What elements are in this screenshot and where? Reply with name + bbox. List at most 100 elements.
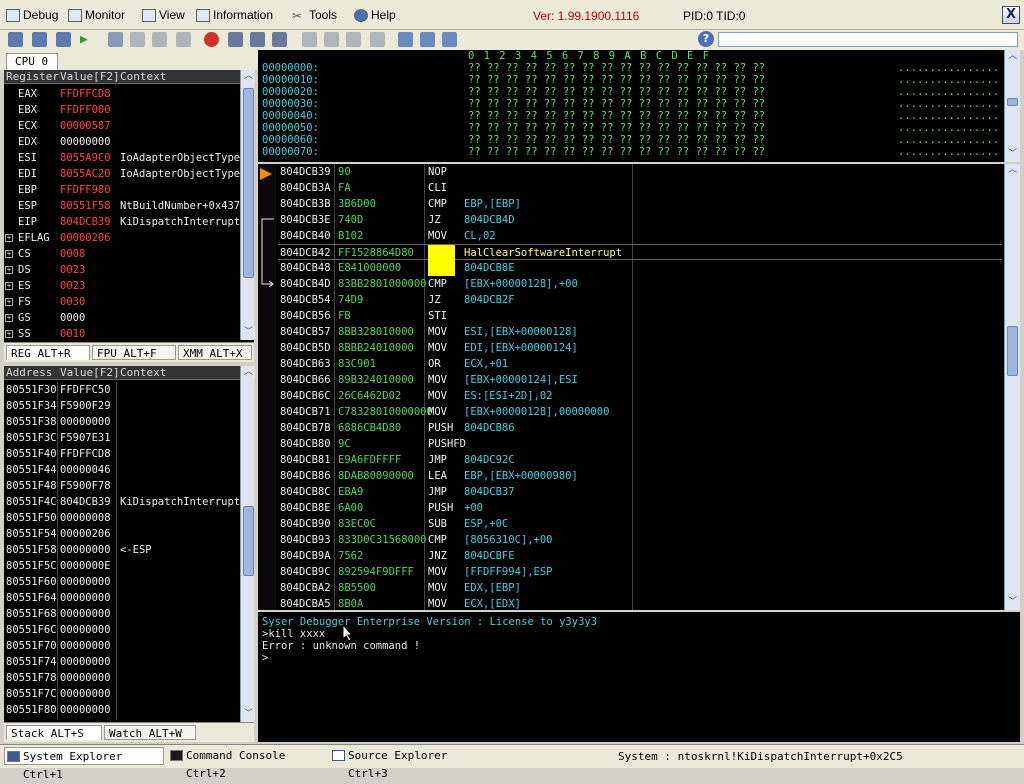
disasm-row[interactable]: 804DCB4D 83BB2801000000 CMP [EBX+00000128],… bbox=[278, 276, 1002, 292]
stack-scroll-down-icon[interactable]: ﹀ bbox=[242, 708, 255, 720]
register-row[interactable]: EBX FFDFF000 bbox=[4, 102, 240, 118]
cpu-icon[interactable] bbox=[228, 32, 243, 47]
disasm-row[interactable]: 804DCB3E 740D JZ 804DCB4D bbox=[278, 212, 1002, 228]
toggle-breakpoint-icon[interactable] bbox=[108, 32, 123, 47]
register-value[interactable]: 0030 bbox=[60, 294, 85, 310]
clear-icon[interactable] bbox=[176, 32, 191, 47]
disasm-row[interactable]: 804DCB9A 7562 JNZ 804DCBFE bbox=[278, 548, 1002, 564]
stack-row[interactable]: 80551F50 00000008 bbox=[4, 510, 240, 526]
memory-icon[interactable] bbox=[250, 32, 265, 47]
stack-row[interactable]: 80551F4C 804DCB39 KiDispatchInterrupt bbox=[4, 494, 240, 510]
register-value[interactable]: 80551F58 bbox=[60, 198, 111, 214]
disasm-row[interactable]: 804DCB40 B102 MOV CL,02 bbox=[278, 228, 1002, 244]
stack-row[interactable]: 80551F34 F5900F29 bbox=[4, 398, 240, 414]
memory-scrollbar[interactable]: ︿ ﹀ bbox=[1004, 50, 1020, 162]
memory-scroll-thumb[interactable] bbox=[1007, 98, 1018, 106]
stack-row[interactable]: 80551F60 00000000 bbox=[4, 574, 240, 590]
command-console[interactable]: Syser Debugger Enterprise Version : Lice… bbox=[258, 612, 1020, 742]
stack-row[interactable]: 80551F38 00000000 bbox=[4, 414, 240, 430]
expand-icon[interactable]: + bbox=[5, 314, 13, 322]
disasm-row[interactable]: 804DCB90 83EC0C SUB ESP,+0C bbox=[278, 516, 1002, 532]
disasm-row[interactable]: 804DCB6C 26C6462D02 MOV ES:[ESI+2D],02 bbox=[278, 388, 1002, 404]
disasm-scrollbar[interactable]: ︿ ﹀ bbox=[1004, 164, 1020, 610]
stack-row[interactable]: 80551F78 00000000 bbox=[4, 670, 240, 686]
expand-icon[interactable]: + bbox=[5, 330, 13, 338]
stack-row[interactable]: 80551F70 00000000 bbox=[4, 638, 240, 654]
disasm-row[interactable]: 804DCB48 E841000000 CALL 804DCB8E bbox=[278, 260, 1002, 276]
back-icon[interactable] bbox=[130, 32, 145, 47]
register-value[interactable]: FFDFFCD8 bbox=[60, 86, 111, 102]
stack-row[interactable]: 80551F30 FFDFFC50 bbox=[4, 382, 240, 398]
monitor-window-icon[interactable] bbox=[442, 32, 457, 47]
menu-help[interactable]: Help bbox=[354, 7, 396, 23]
disasm-row[interactable]: 804DCBA2 8B5500 MOV EDX,[EBP] bbox=[278, 580, 1002, 596]
menu-tools[interactable]: ✂ Tools bbox=[292, 7, 337, 23]
disasm-row[interactable]: 804DCB93 833D0C31568000 CMP [8056310C],+00 bbox=[278, 532, 1002, 548]
stack-row[interactable]: 80551F68 00000000 bbox=[4, 606, 240, 622]
disasm-scroll-thumb[interactable] bbox=[1007, 326, 1018, 376]
nav1-icon[interactable] bbox=[302, 32, 317, 47]
stack-row[interactable]: 80551F5C 0000000E bbox=[4, 558, 240, 574]
tab-system-explorer[interactable]: System Explorer Ctrl+1 bbox=[4, 747, 164, 781]
stack-row[interactable]: 80551F44 00000046 bbox=[4, 462, 240, 478]
disasm-scroll-up-icon[interactable]: ︿ bbox=[1006, 164, 1019, 176]
stack-scroll-up-icon[interactable]: ︿ bbox=[242, 366, 255, 378]
register-row[interactable]: ECX 00000587 bbox=[4, 118, 240, 134]
stack-row[interactable]: 80551F3C F5907E31 bbox=[4, 430, 240, 446]
disasm-row[interactable]: 804DCB71 C78328010000000 MOV [EBX+00000128]… bbox=[278, 404, 1002, 420]
expand-icon[interactable]: + bbox=[5, 234, 13, 242]
stack-row[interactable]: 80551F48 F5900F78 bbox=[4, 478, 240, 494]
register-value[interactable]: 804DCB39 bbox=[60, 214, 111, 230]
disasm-row[interactable]: 804DCB63 83C901 OR ECX,+01 bbox=[278, 356, 1002, 372]
stack-row[interactable]: 80551F58 00000000 <-ESP bbox=[4, 542, 240, 558]
register-value[interactable]: 0010 bbox=[60, 326, 85, 340]
register-row[interactable]: + GS 0000 bbox=[4, 310, 240, 326]
register-row[interactable]: + SS 0010 bbox=[4, 326, 240, 340]
register-row[interactable]: + FS 0030 bbox=[4, 294, 240, 310]
register-value[interactable]: FFDFF000 bbox=[60, 102, 111, 118]
breakpoint-icon[interactable] bbox=[204, 32, 219, 47]
tab-watch[interactable]: Watch ALT+W bbox=[104, 725, 196, 740]
tab-fpu[interactable]: FPU ALT+F bbox=[92, 345, 176, 360]
scroll-up-arrow-icon[interactable]: ︿ bbox=[242, 70, 255, 82]
tab-xmm[interactable]: XMM ALT+X bbox=[178, 345, 252, 360]
register-row[interactable]: EBP FFDFF980 bbox=[4, 182, 240, 198]
disasm-row[interactable]: 804DCB42 FF1528864D80 CALL HalClearSoftware… bbox=[278, 244, 1002, 261]
register-value[interactable]: 00000000 bbox=[60, 134, 111, 150]
register-row[interactable]: ESP 80551F58 NtBuildNumber+0x437 bbox=[4, 198, 240, 214]
register-value[interactable]: 00000587 bbox=[60, 118, 111, 134]
stack-row[interactable]: 80551F80 00000000 bbox=[4, 702, 240, 718]
cpu-tab[interactable]: CPU 0 bbox=[6, 53, 58, 70]
register-value[interactable]: 0023 bbox=[60, 262, 85, 278]
disasm-row[interactable]: 804DCB81 E9A6FDFFFF JMP 804DC92C bbox=[278, 452, 1002, 468]
disasm-row[interactable]: 804DCB80 9C PUSHFD bbox=[278, 436, 1002, 452]
tab-source-explorer[interactable]: Source Explorer Ctrl+3 bbox=[330, 747, 486, 780]
stack-row[interactable]: 80551F7C 00000000 bbox=[4, 686, 240, 702]
expand-icon[interactable]: + bbox=[5, 282, 13, 290]
register-row[interactable]: + ES 0023 bbox=[4, 278, 240, 294]
disasm-row[interactable]: 804DCB66 89B324010000 MOV [EBX+00000124],ES… bbox=[278, 372, 1002, 388]
register-value[interactable]: 00000206 bbox=[60, 230, 111, 246]
register-row[interactable]: + EFLAG 00000206 bbox=[4, 230, 240, 246]
nav2-icon[interactable] bbox=[324, 32, 339, 47]
register-row[interactable]: ESI 8055A9C0 IoAdapterObjectType bbox=[4, 150, 240, 166]
register-value[interactable]: 0008 bbox=[60, 246, 85, 262]
disasm-row[interactable]: 804DCB8E 6A00 PUSH +00 bbox=[278, 500, 1002, 516]
calculator-icon[interactable] bbox=[420, 32, 435, 47]
disasm-row[interactable]: 804DCB5D 8BBB24010000 MOV EDI,[EBX+00000124… bbox=[278, 340, 1002, 356]
disasm-row[interactable]: 804DCB3B 3B6D00 CMP EBP,[EBP] bbox=[278, 196, 1002, 212]
disasm-row[interactable]: 804DCB7B 6886CB4D80 PUSH 804DCB86 bbox=[278, 420, 1002, 436]
register-value[interactable]: FFDFF980 bbox=[60, 182, 111, 198]
register-value[interactable]: 0000 bbox=[60, 310, 85, 326]
stack-row[interactable]: 80551F74 00000000 bbox=[4, 654, 240, 670]
nav4-icon[interactable] bbox=[370, 32, 385, 47]
run-icon[interactable]: ▶ bbox=[80, 32, 95, 47]
disasm-row[interactable]: 804DCB54 74D9 JZ 804DCB2F bbox=[278, 292, 1002, 308]
edit-icon[interactable] bbox=[398, 32, 413, 47]
register-row[interactable]: EAX FFDFFCD8 bbox=[4, 86, 240, 102]
layout-icon[interactable] bbox=[272, 32, 287, 47]
disasm-row[interactable]: 804DCB3A FA CLI bbox=[278, 180, 1002, 196]
menu-monitor[interactable]: Monitor bbox=[68, 7, 125, 23]
help-button-icon[interactable]: ? bbox=[698, 31, 714, 47]
register-value[interactable]: 8055A9C0 bbox=[60, 150, 111, 166]
